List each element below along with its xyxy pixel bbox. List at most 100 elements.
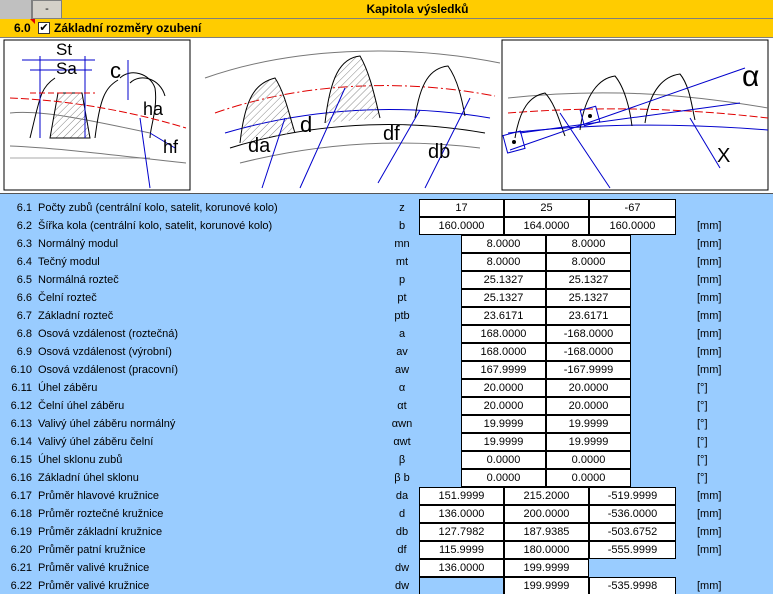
- value-cell[interactable]: 168.0000: [461, 325, 546, 343]
- value-cell[interactable]: 8.0000: [546, 235, 631, 253]
- row-symbol: αwn: [391, 418, 413, 430]
- value-cell[interactable]: 199.9999: [504, 577, 589, 594]
- value-cell[interactable]: 20.0000: [546, 397, 631, 415]
- row-symbol: β b: [394, 472, 410, 484]
- table-row: 6.11 Úhel záběru α 20.0000 20.0000 [°]: [0, 379, 773, 397]
- section-header: 6.0 ✔ Základní rozměry ozubení: [0, 19, 773, 38]
- value-cell[interactable]: 8.0000: [461, 253, 546, 271]
- table-row: 6.14 Valivý úhel záběru čelní αwt 19.9999 19…: [0, 433, 773, 451]
- value-cell[interactable]: 8.0000: [546, 253, 631, 271]
- row-label: Valivý úhel záběru čelní: [38, 436, 154, 448]
- gear-dimensions-figure: St Sa c ha hf da d df db α X: [0, 38, 773, 194]
- value-cell[interactable]: 25.1327: [546, 289, 631, 307]
- row-label: Průměr valivé kružnice: [38, 562, 150, 574]
- value-cell[interactable]: 19.9999: [461, 415, 546, 433]
- row-symbol: a: [398, 328, 406, 340]
- table-row: 6.6 Čelní rozteč pt 25.1327 25.1327 [mm]: [0, 289, 773, 307]
- value-cell[interactable]: 19.9999: [461, 433, 546, 451]
- row-number: 6.13: [10, 418, 32, 430]
- value-cell[interactable]: -503.6752: [589, 523, 676, 541]
- label-d: d: [300, 112, 313, 137]
- row-number: 6.7: [16, 310, 32, 322]
- value-cell[interactable]: -555.9999: [589, 541, 676, 559]
- value-cell[interactable]: -167.9999: [546, 361, 631, 379]
- row-number: 6.12: [10, 400, 32, 412]
- value-cell[interactable]: 17: [419, 199, 504, 217]
- collapse-button[interactable]: -: [32, 0, 62, 19]
- row-unit: [mm]: [697, 346, 722, 358]
- value-cell[interactable]: 23.6171: [461, 307, 546, 325]
- value-cell[interactable]: 0.0000: [546, 451, 631, 469]
- value-cell[interactable]: 167.9999: [461, 361, 546, 379]
- value-cell[interactable]: 20.0000: [461, 379, 546, 397]
- row-label: Základní rozteč: [38, 310, 114, 322]
- row-label: Tečný modul: [38, 256, 100, 268]
- row-unit: [°]: [697, 472, 708, 484]
- value-cell[interactable]: 180.0000: [504, 541, 589, 559]
- row-unit: [mm]: [697, 274, 722, 286]
- title-bar: - Kapitola výsledků: [0, 0, 773, 19]
- row-label: Osová vzdálenost (výrobní): [38, 346, 172, 358]
- row-symbol: p: [398, 274, 406, 286]
- value-cell[interactable]: 19.9999: [546, 415, 631, 433]
- row-label: Čelní úhel záběru: [38, 400, 125, 412]
- value-cell[interactable]: 25: [504, 199, 589, 217]
- value-cell[interactable]: 160.0000: [419, 217, 504, 235]
- value-cell[interactable]: 136.0000: [419, 559, 504, 577]
- value-cell[interactable]: 0.0000: [546, 469, 631, 487]
- row-number: 6.11: [11, 382, 32, 394]
- value-cell[interactable]: 19.9999: [546, 433, 631, 451]
- value-cell[interactable]: 200.0000: [504, 505, 589, 523]
- value-cell[interactable]: 151.9999: [419, 487, 504, 505]
- value-cell[interactable]: 115.9999: [419, 541, 504, 559]
- value-cell[interactable]: 25.1327: [461, 289, 546, 307]
- row-label: Průměr základní kružnice: [38, 526, 163, 538]
- gear-circles-detail: [204, 50, 501, 189]
- row-label: Průměr hlavové kružnice: [38, 490, 160, 502]
- section-checkbox[interactable]: ✔: [38, 22, 50, 34]
- row-label: Úhel sklonu zubů: [38, 454, 123, 466]
- value-cell[interactable]: 8.0000: [461, 235, 546, 253]
- chapter-title: Kapitola výsledků: [366, 2, 469, 16]
- value-cell[interactable]: 23.6171: [546, 307, 631, 325]
- row-unit: [mm]: [697, 364, 722, 376]
- row-label: Normálný modul: [38, 238, 119, 250]
- row-unit: [mm]: [697, 544, 722, 556]
- value-cell[interactable]: -536.0000: [589, 505, 676, 523]
- row-symbol: mn: [394, 238, 410, 250]
- value-cell[interactable]: 0.0000: [461, 469, 546, 487]
- label-df: df: [383, 123, 400, 145]
- value-cell[interactable]: 25.1327: [461, 271, 546, 289]
- value-cell[interactable]: 160.0000: [589, 217, 676, 235]
- table-row: 6.19 Průměr základní kružnice db 127.7982 18…: [0, 523, 773, 541]
- table-row: 6.15 Úhel sklonu zubů β 0.0000 0.0000 [°]: [0, 451, 773, 469]
- row-unit: [mm]: [697, 328, 722, 340]
- row-unit: [mm]: [697, 580, 722, 592]
- value-cell[interactable]: 164.0000: [504, 217, 589, 235]
- value-cell[interactable]: 168.0000: [461, 343, 546, 361]
- table-row: 6.2 Šířka kola (centrální kolo, satelit, …: [0, 217, 773, 235]
- row-label: Úhel záběru: [38, 382, 98, 394]
- value-cell[interactable]: -519.9999: [589, 487, 676, 505]
- value-cell[interactable]: 187.9385: [504, 523, 589, 541]
- value-cell[interactable]: 0.0000: [461, 451, 546, 469]
- value-cell[interactable]: -168.0000: [546, 343, 631, 361]
- row-symbol: d: [398, 508, 406, 520]
- value-cell[interactable]: 25.1327: [546, 271, 631, 289]
- row-unit: [mm]: [697, 490, 722, 502]
- table-row: 6.21 Průměr valivé kružnice dw 136.0000 199.…: [0, 559, 773, 577]
- value-cell[interactable]: 215.2000: [504, 487, 589, 505]
- value-cell[interactable]: 127.7982: [419, 523, 504, 541]
- value-cell[interactable]: -535.9998: [589, 577, 676, 594]
- value-cell[interactable]: -168.0000: [546, 325, 631, 343]
- table-row: 6.7 Základní rozteč ptb 23.6171 23.6171 [mm]: [0, 307, 773, 325]
- value-cell[interactable]: 136.0000: [419, 505, 504, 523]
- value-cell-empty: [419, 577, 504, 594]
- value-cell[interactable]: 20.0000: [546, 379, 631, 397]
- value-cell[interactable]: 199.9999: [504, 559, 589, 577]
- table-row: 6.10 Osová vzdálenost (pracovní) aw 167.999…: [0, 361, 773, 379]
- table-row: 6.8 Osová vzdálenost (roztečná) a 168.0000-…: [0, 325, 773, 343]
- row-symbol: df: [397, 544, 407, 556]
- value-cell[interactable]: 20.0000: [461, 397, 546, 415]
- value-cell[interactable]: -67: [589, 199, 676, 217]
